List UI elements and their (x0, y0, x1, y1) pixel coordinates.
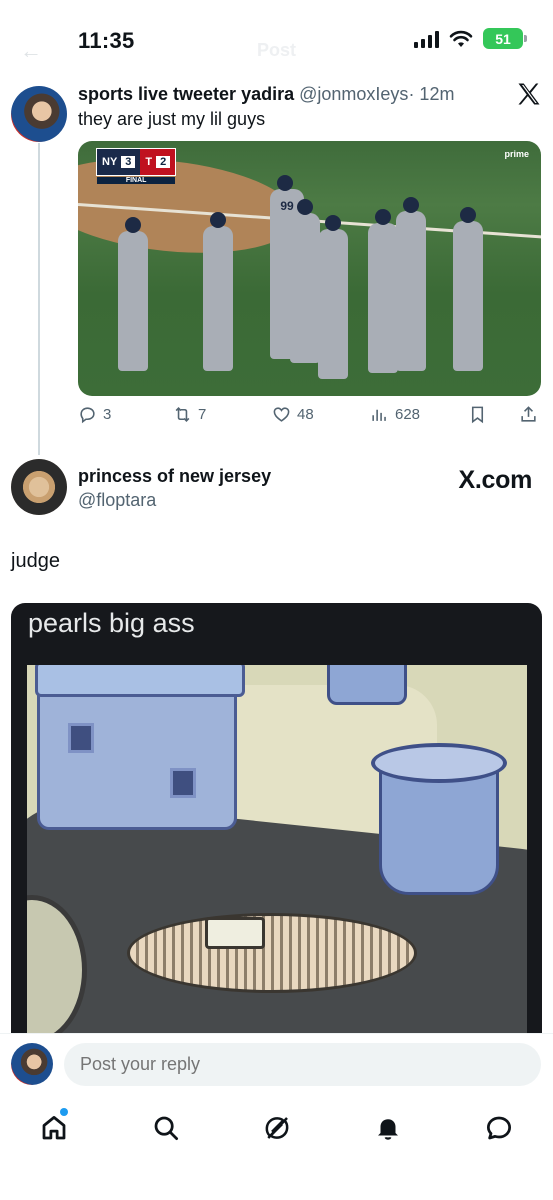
player (396, 197, 426, 371)
player (318, 215, 348, 379)
team2-score: 2 (156, 156, 171, 168)
tweet-media-meme[interactable]: pearls big ass (11, 603, 542, 1043)
home-icon (42, 1116, 66, 1140)
window (68, 723, 94, 753)
tweet-text: judge (11, 550, 60, 572)
author-name[interactable]: princess of new jersey (78, 466, 271, 487)
nav-notifications[interactable] (370, 1110, 406, 1146)
player (290, 199, 320, 363)
grok-icon (265, 1117, 289, 1139)
player (118, 217, 148, 371)
pearls (127, 913, 417, 993)
nav-grok[interactable] (259, 1110, 295, 1146)
repost-count: 7 (198, 406, 207, 423)
bucket-rim (371, 743, 507, 783)
player (453, 207, 483, 371)
box (205, 917, 265, 949)
avatar[interactable] (11, 1043, 53, 1085)
share-icon (521, 406, 536, 422)
x-logo-icon (518, 83, 540, 105)
scorebug-team-2: T 2 (140, 149, 176, 175)
bottom-nav (0, 1098, 553, 1200)
page-title: Post (256, 40, 296, 60)
messages-icon (487, 1116, 511, 1140)
window (170, 768, 196, 798)
reply-count: 3 (103, 406, 112, 423)
bookmark-button[interactable] (468, 405, 487, 424)
meme-caption: pearls big ass (28, 608, 195, 638)
like-button[interactable]: 48 (272, 405, 314, 424)
nav-home[interactable] (36, 1108, 72, 1146)
post-header: ← Post (0, 38, 553, 66)
reply-icon (80, 407, 95, 424)
views-icon (372, 409, 386, 421)
post-time: · 12m (408, 84, 455, 104)
thread-line (38, 143, 40, 455)
player (368, 209, 398, 373)
like-count: 48 (297, 406, 314, 423)
x-com-watermark: X.com (458, 466, 532, 494)
views-button[interactable]: 628 (370, 405, 420, 424)
avatar[interactable] (11, 459, 67, 515)
author-name[interactable]: sports live tweeter yadira (78, 84, 294, 104)
tweet-media-photo[interactable]: NY 3 T 2 FINAL prime 99 (78, 141, 541, 396)
share-button[interactable] (519, 405, 538, 424)
bookmark-icon (471, 406, 484, 424)
repost-icon (175, 407, 190, 422)
search-icon (154, 1116, 178, 1140)
avatar[interactable] (11, 86, 67, 142)
cartoon-image (27, 665, 527, 1043)
team1-score: 3 (121, 156, 136, 168)
repost-button[interactable]: 7 (173, 405, 206, 424)
game-status: FINAL (97, 177, 176, 184)
pot (327, 665, 407, 705)
nav-messages[interactable] (481, 1110, 517, 1146)
scorebug: NY 3 T 2 FINAL (96, 148, 177, 184)
player (203, 212, 233, 371)
heart-icon (273, 407, 290, 422)
network-logo: prime (504, 149, 529, 159)
author-handle[interactable]: @floptara (78, 490, 156, 511)
reply-button[interactable]: 3 (78, 405, 111, 424)
tweet-header: sports live tweeter yadira @jonmoxIeys· … (78, 84, 454, 105)
scorebug-team-1: NY 3 (97, 149, 140, 175)
views-count: 628 (395, 406, 421, 423)
tweet-text: they are just my lil guys (78, 109, 266, 129)
reply-input[interactable] (64, 1043, 541, 1086)
nav-search[interactable] (148, 1110, 184, 1146)
tweet-actions: 3 7 48 628 (78, 405, 541, 431)
author-handle[interactable]: @jonmoxIeys (299, 84, 408, 104)
notification-dot (60, 1108, 68, 1116)
notifications-icon (378, 1119, 398, 1140)
house-roof (35, 665, 245, 697)
